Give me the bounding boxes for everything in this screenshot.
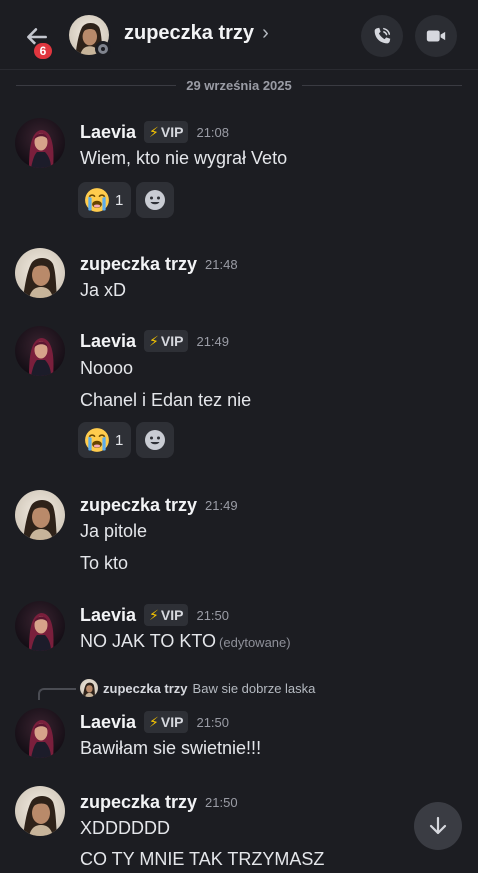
date-divider: 29 września 2025 (16, 75, 462, 95)
message-text: XDDDDDD (80, 818, 170, 838)
message-author[interactable]: Laevia (80, 122, 136, 143)
lightning-bolt-icon: ⚡ (149, 332, 159, 349)
message-header: Laevia ⚡ VIP 21:08 (80, 120, 229, 144)
reaction-button[interactable]: 1 (78, 182, 132, 218)
reaction-count: 1 (115, 191, 124, 209)
avatar[interactable] (15, 786, 65, 836)
reactions-bar: 1 (78, 182, 175, 218)
message-header: zupeczka trzy 21:48 (80, 252, 238, 276)
smiley-add-reaction-icon (143, 188, 167, 212)
message-author[interactable]: zupeczka trzy (80, 792, 197, 813)
lightning-bolt-icon: ⚡ (149, 123, 159, 140)
message-timestamp: 21:50 (196, 607, 230, 623)
reply-connector (38, 688, 76, 700)
message-text: Noooo (80, 358, 134, 378)
channel-title[interactable]: zupeczka trzy › (124, 22, 269, 45)
reactions-bar: 1 (78, 422, 175, 458)
message-author[interactable]: Laevia (80, 605, 136, 626)
reply-reference[interactable]: zupeczka trzy Baw sie dobrze laska (80, 679, 315, 697)
status-offline-indicator (95, 41, 111, 57)
avatar[interactable] (15, 708, 65, 758)
message-header: Laevia ⚡ VIP 21:49 (80, 329, 229, 353)
message-text: Wiem, kto nie wygrał Veto (80, 148, 288, 168)
role-tag-text: VIP (160, 333, 184, 349)
message-text-content: NO JAK TO KTO (80, 631, 217, 651)
message-header: zupeczka trzy 21:50 (80, 790, 238, 814)
video-camera-icon (426, 30, 446, 42)
reply-avatar (80, 679, 98, 697)
loudly-crying-face-emoji (84, 427, 110, 453)
jump-to-bottom-button[interactable] (414, 802, 462, 850)
unread-badge: 6 (32, 41, 54, 61)
edited-label: (edytowane) (219, 635, 291, 650)
lightning-bolt-icon: ⚡ (149, 713, 159, 730)
channel-title-text: zupeczka trzy (124, 22, 255, 44)
message-timestamp: 21:50 (205, 794, 238, 810)
loudly-crying-face-emoji (84, 187, 110, 213)
message-text: NO JAK TO KTO (edytowane) (80, 631, 291, 652)
message-timestamp: 21:08 (196, 124, 230, 140)
reply-author: zupeczka trzy (103, 680, 188, 696)
lightning-bolt-icon: ⚡ (149, 606, 159, 623)
message-author[interactable]: zupeczka trzy (80, 254, 197, 275)
voice-call-button[interactable] (361, 15, 403, 57)
avatar[interactable] (15, 490, 65, 540)
smiley-add-reaction-icon (143, 428, 167, 452)
avatar[interactable] (15, 248, 65, 298)
reply-text: Baw sie dobrze laska (192, 680, 316, 696)
video-call-button[interactable] (415, 15, 457, 57)
message-timestamp: 21:50 (196, 714, 230, 730)
role-tag[interactable]: ⚡ VIP (144, 121, 189, 143)
chevron-right-icon: › (262, 22, 269, 44)
role-tag-text: VIP (160, 714, 184, 730)
role-tag[interactable]: ⚡ VIP (144, 711, 189, 733)
avatar[interactable] (15, 326, 65, 376)
reaction-count: 1 (115, 431, 124, 449)
add-reaction-button[interactable] (136, 422, 175, 458)
add-reaction-button[interactable] (136, 182, 175, 218)
role-tag-text: VIP (160, 607, 184, 623)
message-timestamp: 21:48 (205, 256, 238, 272)
message-author[interactable]: Laevia (80, 331, 136, 352)
chat-header: 6 zupeczka trzy › (0, 0, 478, 70)
divider-line (16, 84, 177, 86)
message-header: zupeczka trzy 21:49 (80, 493, 238, 517)
message-text: To kto (80, 553, 129, 573)
message-text: Bawiłam sie swietnie!!! (80, 738, 262, 758)
avatar[interactable] (15, 601, 65, 651)
role-tag[interactable]: ⚡ VIP (144, 604, 189, 626)
role-tag-text: VIP (160, 124, 184, 140)
phone-icon (374, 27, 391, 44)
message-timestamp: 21:49 (196, 333, 230, 349)
message-author[interactable]: Laevia (80, 712, 136, 733)
message-text: Ja xD (80, 280, 127, 300)
message-header: Laevia ⚡ VIP 21:50 (80, 603, 229, 627)
dm-screen: 6 zupeczka trzy › 29 września 2025 Laevi… (0, 0, 478, 873)
arrow-down-icon (429, 816, 447, 835)
date-divider-text: 29 września 2025 (186, 77, 292, 93)
reaction-button[interactable]: 1 (78, 422, 132, 458)
message-timestamp: 21:49 (205, 497, 238, 513)
message-text: CO TY MNIE TAK TRZYMASZ (80, 849, 325, 869)
message-text: Ja pitole (80, 521, 148, 541)
message-header: Laevia ⚡ VIP 21:50 (80, 710, 229, 734)
role-tag[interactable]: ⚡ VIP (144, 330, 189, 352)
message-text: Chanel i Edan tez nie (80, 390, 252, 410)
message-author[interactable]: zupeczka trzy (80, 495, 197, 516)
avatar[interactable] (15, 118, 65, 168)
divider-line (301, 84, 462, 86)
